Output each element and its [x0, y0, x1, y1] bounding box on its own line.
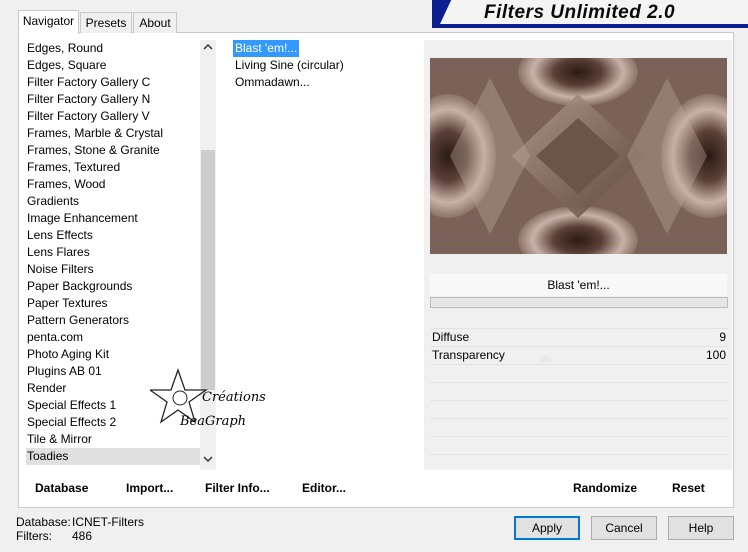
filter-list[interactable]: Blast 'em!... Living Sine (circular) Omm… — [233, 40, 413, 91]
slider-track — [430, 454, 728, 455]
category-item[interactable]: Image Enhancement — [26, 210, 200, 227]
progress-bar — [430, 297, 728, 308]
preview-image — [430, 58, 727, 254]
cancel-button[interactable]: Cancel — [591, 516, 657, 540]
category-item[interactable]: Noise Filters — [26, 261, 200, 278]
category-item[interactable]: penta.com — [26, 329, 200, 346]
category-item[interactable]: Gradients — [26, 193, 200, 210]
status-filters-label: Filters: — [16, 529, 52, 543]
editor-button[interactable]: Editor... — [302, 481, 346, 495]
status-filters-value: 486 — [72, 529, 93, 543]
slider-track — [430, 400, 728, 401]
tab-presets[interactable]: Presets — [80, 12, 132, 33]
chevron-down-icon[interactable] — [200, 453, 216, 469]
slider-track — [430, 382, 728, 383]
database-button[interactable]: Database — [35, 481, 88, 495]
category-item-selected[interactable]: Toadies — [26, 448, 200, 465]
filter-item[interactable]: Living Sine (circular) — [233, 57, 346, 74]
category-item[interactable]: Filter Factory Gallery C — [26, 74, 200, 91]
param-value: 100 — [705, 348, 726, 362]
slider-marker-icon — [538, 354, 554, 362]
param-transparency[interactable]: Transparency 100 — [430, 346, 728, 364]
chevron-up-icon[interactable] — [200, 41, 216, 57]
watermark-line-2: BeaGraph — [180, 414, 247, 429]
category-item[interactable]: Paper Backgrounds — [26, 278, 200, 295]
import-button[interactable]: Import... — [126, 481, 173, 495]
param-diffuse[interactable]: Diffuse 9 — [430, 328, 728, 346]
filter-info-button[interactable]: Filter Info... — [205, 481, 270, 495]
slider-track — [430, 418, 728, 419]
category-item[interactable]: Frames, Wood — [26, 176, 200, 193]
help-button[interactable]: Help — [668, 516, 734, 540]
slider-track — [430, 364, 728, 365]
category-item[interactable]: Edges, Square — [26, 57, 200, 74]
category-item[interactable]: Photo Aging Kit — [26, 346, 200, 363]
apply-button[interactable]: Apply — [514, 516, 580, 540]
category-item[interactable]: Filter Factory Gallery N — [26, 91, 200, 108]
param-value: 9 — [719, 330, 726, 344]
scrollbar-thumb[interactable] — [201, 150, 215, 390]
slider-track — [430, 436, 728, 437]
param-label: Transparency — [432, 348, 505, 362]
category-item[interactable]: Frames, Marble & Crystal — [26, 125, 200, 142]
category-item[interactable]: Pattern Generators — [26, 312, 200, 329]
category-item[interactable]: Frames, Textured — [26, 159, 200, 176]
watermark-line-1: Créations — [202, 390, 266, 405]
param-label: Diffuse — [432, 330, 470, 344]
banner-title: Filters Unlimited 2.0 — [484, 2, 676, 23]
status-database-value: ICNET-Filters — [72, 515, 144, 529]
tab-about[interactable]: About — [133, 12, 177, 33]
tab-navigator[interactable]: Navigator — [18, 10, 79, 34]
randomize-button[interactable]: Randomize — [573, 481, 637, 495]
filter-item-selected[interactable]: Blast 'em!... — [233, 40, 300, 57]
title-banner: Filters Unlimited 2.0 — [432, 0, 748, 28]
category-item[interactable]: Paper Textures — [26, 295, 200, 312]
filter-item[interactable]: Ommadawn... — [233, 74, 312, 91]
category-item[interactable]: Frames, Stone & Granite — [26, 142, 200, 159]
category-item[interactable]: Filter Factory Gallery V — [26, 108, 200, 125]
status-database-label: Database: — [16, 515, 71, 529]
watermark-logo: Créations BeaGraph — [147, 368, 280, 438]
category-item[interactable]: Lens Effects — [26, 227, 200, 244]
filter-name-label: Blast 'em!... — [430, 274, 727, 296]
reset-button[interactable]: Reset — [672, 481, 705, 495]
category-item[interactable]: Lens Flares — [26, 244, 200, 261]
category-item[interactable]: Edges, Round — [26, 40, 200, 57]
